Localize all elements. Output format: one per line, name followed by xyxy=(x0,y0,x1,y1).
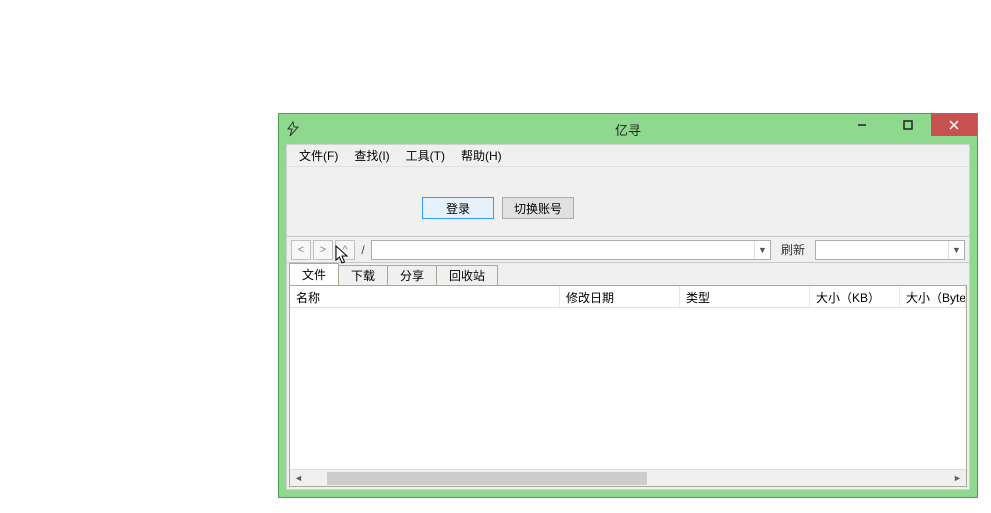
list-body[interactable] xyxy=(290,308,966,469)
menu-file[interactable]: 文件(F) xyxy=(291,144,346,167)
nav-bar: < > ^ / ▼ 刷新 ▼ xyxy=(287,237,969,263)
scroll-track[interactable] xyxy=(307,470,949,487)
minimize-button[interactable] xyxy=(839,114,885,136)
col-name[interactable]: 名称 xyxy=(290,286,560,307)
col-modified[interactable]: 修改日期 xyxy=(560,286,680,307)
nav-up-button[interactable]: ^ xyxy=(335,240,355,260)
menu-help[interactable]: 帮助(H) xyxy=(453,144,510,167)
tab-recycle[interactable]: 回收站 xyxy=(436,265,498,285)
app-window: 亿寻 文件(F) 查找(I) 工具(T) 帮助(H) 登录 切换账号 xyxy=(278,113,978,498)
scroll-thumb[interactable] xyxy=(327,472,647,485)
login-button[interactable]: 登录 xyxy=(422,197,494,219)
maximize-button[interactable] xyxy=(885,114,931,136)
menu-find[interactable]: 查找(I) xyxy=(346,144,397,167)
horizontal-scrollbar[interactable]: ◄ ► xyxy=(290,469,966,486)
path-combobox[interactable]: ▼ xyxy=(371,240,771,260)
refresh-button[interactable]: 刷新 xyxy=(773,241,813,258)
toolbar-panel: 登录 切换账号 xyxy=(287,167,969,237)
scroll-right-icon[interactable]: ► xyxy=(949,470,966,487)
filter-combobox[interactable]: ▼ xyxy=(815,240,965,260)
client-area: 文件(F) 查找(I) 工具(T) 帮助(H) 登录 切换账号 < > ^ / … xyxy=(286,144,970,490)
window-controls xyxy=(839,114,977,136)
tab-downloads[interactable]: 下载 xyxy=(338,265,388,285)
nav-forward-button[interactable]: > xyxy=(313,240,333,260)
close-button[interactable] xyxy=(931,114,977,136)
col-type[interactable]: 类型 xyxy=(680,286,810,307)
list-header: 名称 修改日期 类型 大小（KB） 大小（Byte xyxy=(290,286,966,308)
col-size-byte[interactable]: 大小（Byte xyxy=(900,286,966,307)
app-icon xyxy=(285,121,301,137)
tab-share[interactable]: 分享 xyxy=(387,265,437,285)
path-separator: / xyxy=(357,243,369,257)
chevron-down-icon[interactable]: ▼ xyxy=(754,241,770,259)
menubar: 文件(F) 查找(I) 工具(T) 帮助(H) xyxy=(287,145,969,167)
chevron-down-icon[interactable]: ▼ xyxy=(948,241,964,259)
col-size-kb[interactable]: 大小（KB） xyxy=(810,286,900,307)
switch-account-button[interactable]: 切换账号 xyxy=(502,197,574,219)
tab-files[interactable]: 文件 xyxy=(289,263,339,285)
file-listview[interactable]: 名称 修改日期 类型 大小（KB） 大小（Byte ◄ ► xyxy=(289,285,967,487)
titlebar[interactable]: 亿寻 xyxy=(279,114,977,144)
nav-back-button[interactable]: < xyxy=(291,240,311,260)
scroll-left-icon[interactable]: ◄ xyxy=(290,470,307,487)
menu-tools[interactable]: 工具(T) xyxy=(398,144,453,167)
tabstrip: 文件 下载 分享 回收站 xyxy=(287,263,969,285)
